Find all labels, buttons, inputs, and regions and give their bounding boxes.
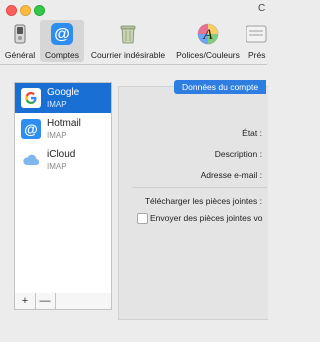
account-type: IMAP	[47, 162, 67, 171]
minimize-window-button[interactable]	[20, 5, 31, 16]
account-type: IMAP	[47, 131, 67, 140]
svg-text:@: @	[24, 121, 38, 137]
toolbar-junk-mail-label: Courrier indésirable	[90, 50, 166, 60]
account-item-hotmail[interactable]: @ Hotmail IMAP	[15, 114, 111, 144]
svg-text:@: @	[54, 26, 70, 43]
preferences-toolbar: Général @ Comptes Courrier indésirable A…	[0, 18, 267, 65]
zoom-window-button[interactable]	[34, 5, 45, 16]
cloud-icon	[21, 150, 41, 170]
description-label: Description :	[214, 149, 262, 159]
switch-icon	[8, 22, 32, 46]
account-type: IMAP	[47, 100, 67, 109]
at-sign-icon: @	[50, 22, 74, 46]
account-name: Google	[47, 87, 80, 98]
toolbar-accounts[interactable]: @ Comptes	[40, 20, 84, 62]
toolbar-fonts-colors[interactable]: A Polices/Couleurs	[172, 20, 244, 62]
toolbar-general[interactable]: Général	[2, 20, 38, 62]
account-list-controls: + —	[14, 293, 112, 310]
window-title: C	[258, 3, 266, 14]
toolbar-accounts-label: Comptes	[44, 50, 79, 60]
toolbar-general-label: Général	[4, 50, 36, 60]
account-item-google[interactable]: Google IMAP	[15, 83, 111, 113]
close-window-button[interactable]	[6, 5, 17, 16]
google-icon	[21, 88, 41, 108]
toolbar-presentation[interactable]: Prés	[246, 20, 267, 62]
toolbar-fonts-colors-label: Polices/Couleurs	[176, 50, 240, 60]
download-attachments-label: Télécharger les pièces jointes :	[144, 196, 262, 206]
email-label: Adresse e-mail :	[200, 170, 262, 180]
presentation-icon	[246, 22, 267, 46]
title-bar: C	[0, 0, 267, 18]
at-sign-icon: @	[21, 119, 41, 139]
send-attachments-label: Envoyer des pièces jointes vo	[150, 213, 263, 223]
remove-account-button[interactable]: —	[35, 293, 56, 309]
account-name: Hotmail	[47, 118, 81, 129]
status-label: État :	[242, 128, 262, 138]
svg-text:A: A	[202, 27, 213, 43]
add-account-button[interactable]: +	[15, 293, 36, 309]
account-name: iCloud	[47, 149, 76, 160]
account-list: Google IMAP @ Hotmail IMAP iCloud IMAP	[14, 82, 112, 294]
divider	[132, 187, 267, 188]
send-attachments-checkbox[interactable]	[137, 213, 148, 224]
toolbar-junk-mail[interactable]: Courrier indésirable	[86, 20, 170, 62]
tab-account-info[interactable]: Données du compte	[174, 80, 267, 94]
account-item-icloud[interactable]: iCloud IMAP	[15, 145, 111, 175]
toolbar-presentation-label: Prés	[248, 50, 266, 60]
trash-bin-icon	[116, 22, 140, 46]
font-colors-icon: A	[196, 22, 220, 46]
